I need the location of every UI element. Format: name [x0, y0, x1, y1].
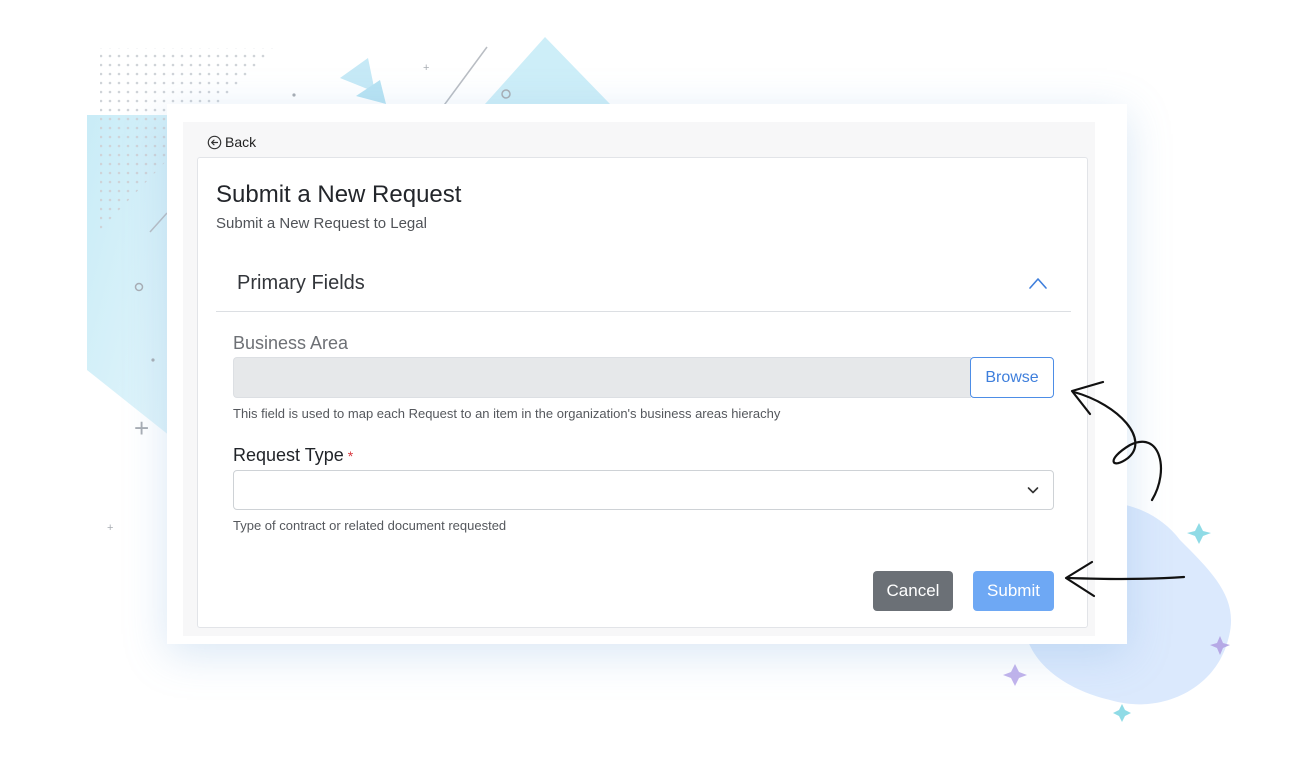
svg-text:+: +	[107, 522, 113, 534]
chevron-up-icon[interactable]	[1028, 276, 1048, 290]
business-area-label: Business Area	[233, 333, 349, 353]
svg-text:+: +	[423, 62, 429, 74]
cancel-button[interactable]: Cancel	[873, 571, 953, 611]
back-label: Back	[225, 134, 257, 150]
page-title: Submit a New Request	[216, 181, 462, 208]
request-type-label-text: Request Type	[233, 445, 344, 465]
section-title: Primary Fields	[237, 272, 365, 294]
back-link[interactable]: Back	[207, 132, 256, 152]
submit-button[interactable]: Submit	[973, 571, 1054, 611]
request-type-help-text: Type of contract or related document req…	[233, 518, 507, 533]
chevron-down-icon	[1027, 487, 1039, 494]
primary-fields-section-header[interactable]: Primary Fields	[216, 262, 1071, 312]
business-area-input[interactable]	[233, 357, 971, 398]
svg-text:+: +	[134, 413, 149, 443]
required-marker: *	[347, 448, 354, 464]
browse-button[interactable]: Browse	[970, 357, 1054, 398]
back-arrow-circle-icon	[207, 135, 222, 150]
request-type-select[interactable]	[233, 470, 1054, 510]
request-type-label: Request Type *	[233, 445, 353, 466]
page-subtitle: Submit a New Request to Legal	[216, 215, 427, 232]
business-area-help-text: This field is used to map each Request t…	[233, 406, 781, 421]
